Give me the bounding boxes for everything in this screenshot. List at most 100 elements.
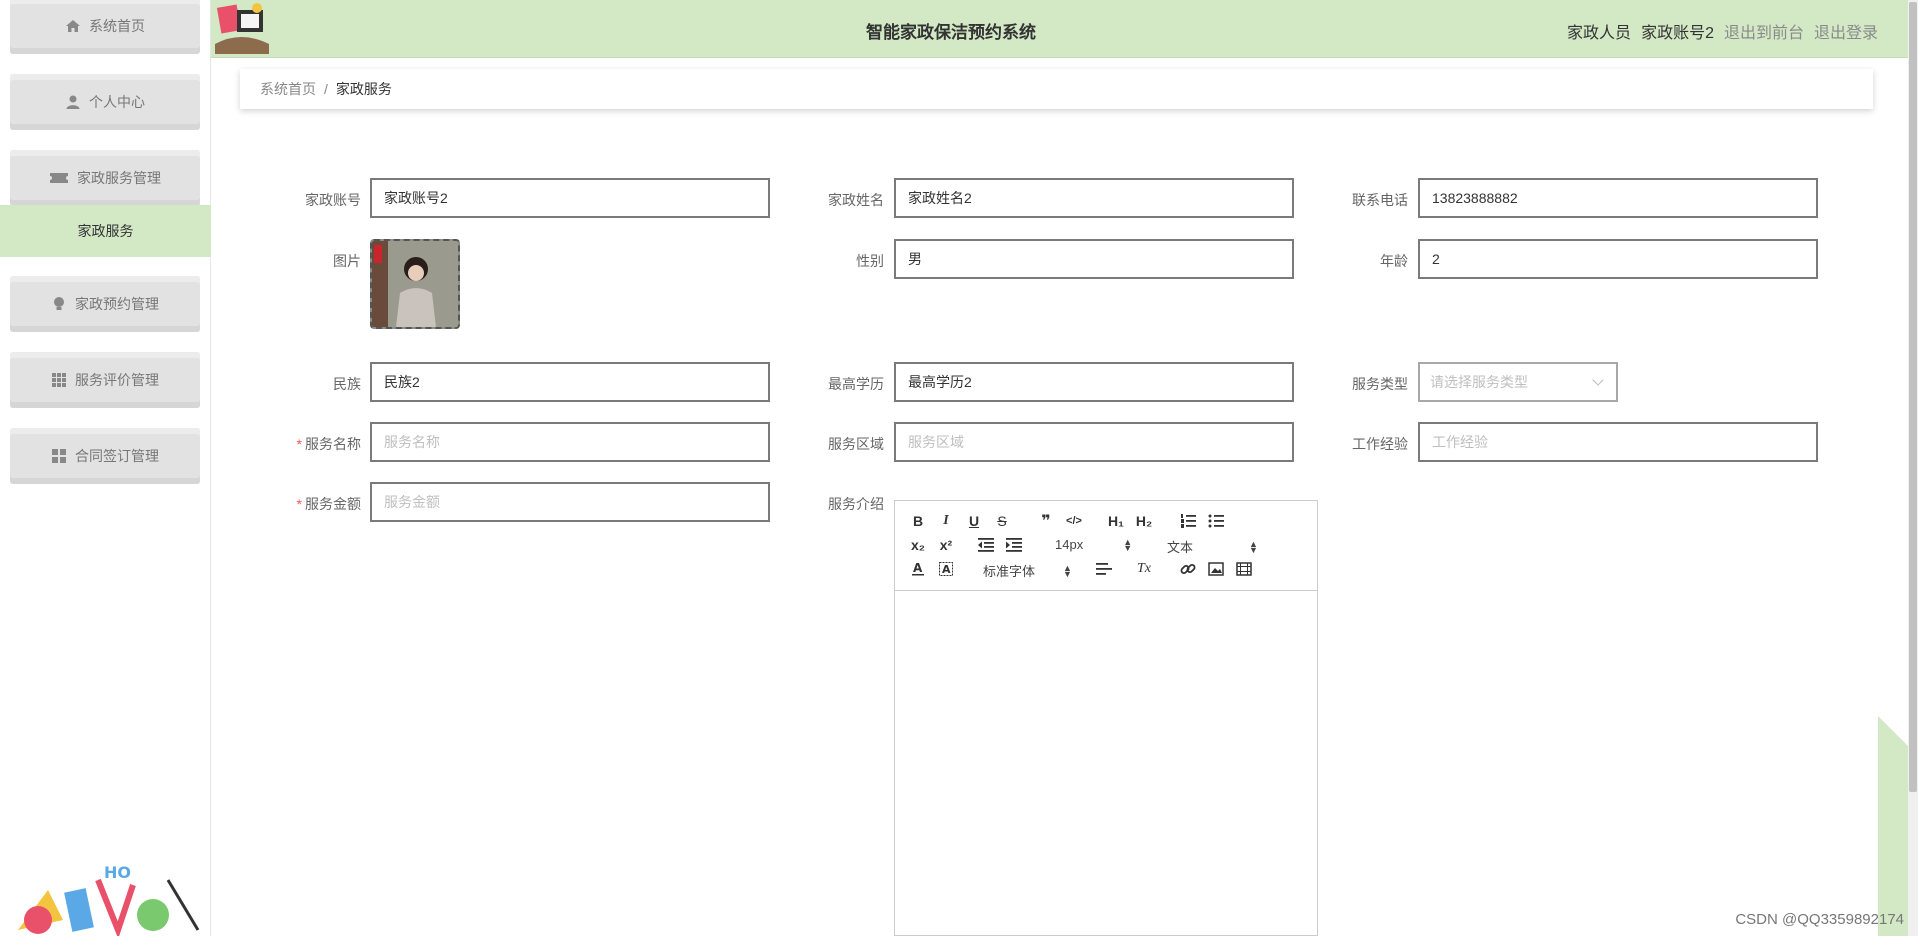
- sidebar-item-label: 家政服务管理: [77, 170, 161, 186]
- select-arrows-icon: ▲ ▼: [1123, 536, 1133, 553]
- age-field[interactable]: 2: [1418, 239, 1818, 279]
- breadcrumb-home[interactable]: 系统首页: [260, 79, 316, 99]
- user-icon: [65, 94, 81, 110]
- service-name-input[interactable]: 服务名称: [370, 422, 770, 462]
- sidebar-item-contract-mgmt[interactable]: 合同签订管理: [10, 428, 200, 484]
- sidebar-item-review-mgmt[interactable]: 服务评价管理: [10, 352, 200, 408]
- subscript-button[interactable]: x₂: [907, 535, 929, 555]
- clear-format-button[interactable]: Tx: [1133, 559, 1155, 579]
- blockquote-button[interactable]: ❞: [1035, 511, 1057, 531]
- profile-photo-image: [372, 241, 458, 327]
- user-role: 家政人员: [1567, 25, 1632, 42]
- sidebar-item-personal[interactable]: 个人中心: [10, 74, 200, 130]
- bulb-icon: [51, 296, 67, 312]
- select-arrows-icon: ▲ ▼: [1063, 562, 1072, 579]
- code-button[interactable]: </>: [1063, 511, 1085, 531]
- link-button[interactable]: [1177, 559, 1199, 579]
- service-name-label: * 服务名称: [261, 434, 361, 454]
- bullet-list-icon: [1208, 514, 1224, 528]
- indent-icon: [1006, 538, 1022, 552]
- sidebar-item-service-mgmt[interactable]: 家政服务管理: [10, 150, 200, 206]
- italic-button[interactable]: I: [935, 511, 957, 531]
- intro-editor: B I U S ❞ </> H₁ H₂ x₂ x² 14px ▲ ▼ 文本 ▲ ▼: [894, 500, 1318, 936]
- photo-upload[interactable]: [370, 239, 460, 329]
- strike-button[interactable]: S: [991, 511, 1013, 531]
- home-icon: [65, 18, 81, 34]
- photo-label: 图片: [333, 253, 361, 269]
- video-button[interactable]: [1233, 559, 1255, 579]
- name-field[interactable]: 家政姓名2: [894, 178, 1294, 218]
- phone-field[interactable]: 13823888882: [1418, 178, 1818, 218]
- apps-icon: [51, 448, 67, 464]
- format-value: 文本: [1167, 540, 1194, 555]
- gender-field[interactable]: 男: [894, 239, 1294, 279]
- bold-button[interactable]: B: [907, 511, 929, 531]
- name-label: 家政姓名: [828, 192, 884, 208]
- grid-icon: [51, 372, 67, 388]
- h1-button[interactable]: H₁: [1105, 511, 1127, 531]
- account-field[interactable]: 家政账号2: [370, 178, 770, 218]
- sidebar-item-home[interactable]: 系统首页: [10, 0, 200, 54]
- required-mark: *: [296, 436, 302, 452]
- svg-text:A: A: [942, 563, 951, 576]
- sidebar-item-label: 家政预约管理: [75, 296, 159, 312]
- logout-link[interactable]: 退出登录: [1814, 19, 1878, 43]
- bullet-list-button[interactable]: [1205, 511, 1227, 531]
- indent-button[interactable]: [1003, 535, 1025, 555]
- phone-label: 联系电话: [1352, 192, 1408, 208]
- select-arrows-icon: ▲ ▼: [1249, 538, 1258, 555]
- vertical-scrollbar[interactable]: [1908, 0, 1918, 936]
- sidebar: 系统首页 个人中心 家政服务管理 家政服务 家政预约管理 服务评价管理 合同签订…: [0, 0, 211, 936]
- background-color-icon: A: [939, 562, 953, 576]
- ordered-list-button[interactable]: [1177, 511, 1199, 531]
- h2-button[interactable]: H₂: [1133, 511, 1155, 531]
- font-size-value: 14px: [1055, 537, 1084, 552]
- svg-text:A: A: [913, 561, 923, 575]
- required-mark: *: [296, 496, 302, 512]
- education-field[interactable]: 最高学历2: [894, 362, 1294, 402]
- sidebar-item-label: 服务评价管理: [75, 372, 159, 388]
- scrollbar-thumb[interactable]: [1909, 2, 1917, 792]
- service-price-label: * 服务金额: [261, 494, 361, 514]
- image-button[interactable]: [1205, 559, 1227, 579]
- breadcrumb-separator: /: [324, 81, 328, 97]
- exit-to-front-link[interactable]: 退出到前台: [1724, 19, 1804, 43]
- format-select[interactable]: 文本 ▲ ▼: [1167, 537, 1258, 556]
- font-color-button[interactable]: A: [907, 559, 929, 579]
- intro-label: 服务介绍: [828, 496, 884, 512]
- ethnicity-field[interactable]: 民族2: [370, 362, 770, 402]
- service-area-input[interactable]: 服务区域: [894, 422, 1294, 462]
- top-header: 智能家政保洁预约系统 家政人员 家政账号2 退出到前台 退出登录: [211, 0, 1908, 58]
- sidebar-item-label: 系统首页: [89, 18, 145, 34]
- sidebar-item-label: 合同签订管理: [75, 448, 159, 464]
- font-family-select[interactable]: 标准字体 ▲ ▼: [983, 561, 1072, 580]
- experience-input[interactable]: 工作经验: [1418, 422, 1818, 462]
- font-size-select[interactable]: 14px ▲ ▼: [1055, 537, 1132, 552]
- service-type-placeholder: 请选择服务类型: [1430, 374, 1528, 390]
- superscript-button[interactable]: x²: [935, 535, 957, 555]
- service-price-input[interactable]: 服务金额: [370, 482, 770, 522]
- service-area-label: 服务区域: [828, 436, 884, 452]
- account-label: 家政账号: [305, 192, 361, 208]
- service-type-select[interactable]: 请选择服务类型: [1418, 362, 1618, 402]
- decorative-corner: [1878, 716, 1908, 936]
- editor-toolbar: B I U S ❞ </> H₁ H₂ x₂ x² 14px ▲ ▼ 文本 ▲ ▼: [895, 501, 1317, 591]
- outdent-button[interactable]: [975, 535, 997, 555]
- ticket-icon: [49, 170, 69, 186]
- sidebar-subitem-service[interactable]: 家政服务: [0, 205, 211, 257]
- sidebar-item-booking-mgmt[interactable]: 家政预约管理: [10, 276, 200, 332]
- editor-content-area[interactable]: [895, 591, 1317, 935]
- sidebar-subitem-label: 家政服务: [77, 223, 134, 239]
- breadcrumb-current: 家政服务: [335, 81, 392, 97]
- doodle-art-image: HO: [18, 863, 200, 936]
- experience-label: 工作经验: [1352, 436, 1408, 452]
- video-icon: [1236, 562, 1252, 576]
- align-button[interactable]: [1093, 559, 1115, 579]
- underline-button[interactable]: U: [963, 511, 985, 531]
- background-color-button[interactable]: A: [935, 559, 957, 579]
- header-user-area: 家政人员 家政账号2 退出到前台 退出登录: [1567, 19, 1878, 43]
- service-price-label-text: 服务金额: [305, 496, 361, 512]
- font-color-icon: A: [912, 561, 924, 576]
- service-type-label: 服务类型: [1352, 376, 1408, 392]
- font-family-value: 标准字体: [983, 564, 1036, 579]
